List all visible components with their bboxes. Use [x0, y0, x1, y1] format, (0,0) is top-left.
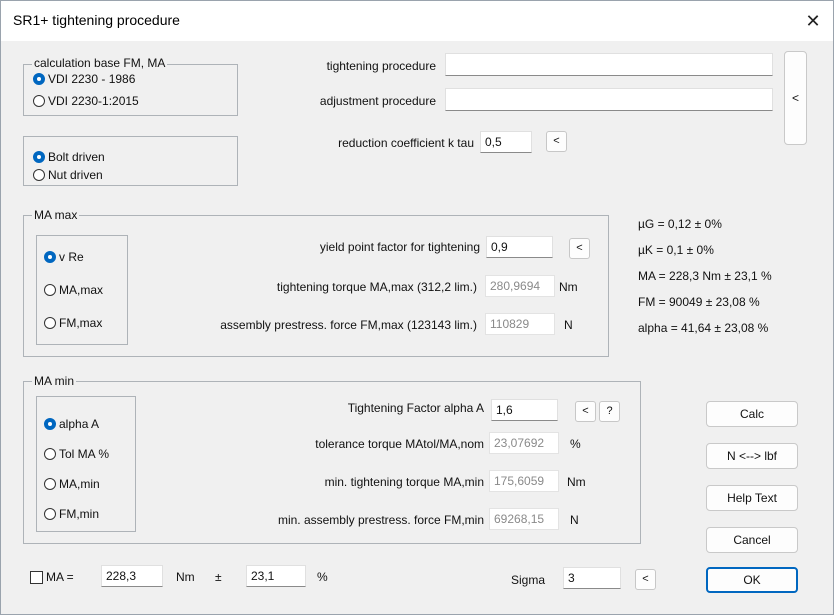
min-torque-value: 175,6059: [489, 470, 559, 492]
radio-selected-icon: [33, 151, 45, 163]
tolerance-torque-value: 23,07692: [489, 432, 559, 454]
ma-override-unit: Nm: [176, 570, 195, 584]
help-text-button[interactable]: Help Text: [706, 485, 798, 511]
calc-base-group-title: calculation base FM, MA: [32, 56, 168, 70]
ok-button[interactable]: OK: [706, 567, 798, 593]
radio-bolt-driven[interactable]: Bolt driven: [33, 148, 105, 166]
close-icon[interactable]: ✕: [799, 7, 827, 35]
radio-label: alpha A: [59, 417, 100, 431]
radio-fm-max[interactable]: FM,max: [44, 314, 102, 332]
radio-vdi-1986[interactable]: VDI 2230 - 1986: [33, 70, 135, 88]
radio-selected-icon: [44, 418, 56, 430]
radio-unselected-icon: [44, 317, 56, 329]
min-force-label: min. assembly prestress. force FM,min: [277, 513, 484, 527]
result-ma: MA = 228,3 Nm ± 23,1 %: [638, 269, 772, 283]
ma-tolerance-input[interactable]: 23,1: [246, 565, 306, 587]
adjustment-procedure-input[interactable]: [445, 88, 773, 111]
tightening-factor-select-button[interactable]: <: [575, 401, 596, 422]
yield-factor-select-button[interactable]: <: [569, 238, 590, 259]
radio-label: Bolt driven: [48, 150, 105, 164]
ma-override-label: MA =: [46, 570, 74, 584]
radio-label: v Re: [59, 250, 84, 264]
min-force-value: 69268,15: [489, 508, 559, 530]
tightening-procedure-label: tightening procedure: [326, 59, 436, 73]
result-fm: FM = 90049 ± 23,08 %: [638, 295, 760, 309]
radio-label: VDI 2230 - 1986: [48, 72, 136, 86]
calc-button[interactable]: Calc: [706, 401, 798, 427]
radio-unselected-icon: [44, 508, 56, 520]
radio-ma-min[interactable]: MA,min: [44, 475, 100, 493]
ma-override-checkbox[interactable]: [30, 571, 43, 584]
radio-v-re[interactable]: v Re: [44, 248, 84, 266]
sigma-select-button[interactable]: <: [635, 569, 656, 590]
ma-tolerance-unit: %: [317, 570, 328, 584]
reduction-select-button[interactable]: <: [546, 131, 567, 152]
ma-override-input[interactable]: 228,3: [101, 565, 163, 587]
max-torque-unit: Nm: [559, 280, 578, 294]
radio-unselected-icon: [44, 448, 56, 460]
max-torque-label: tightening torque MA,max (312,2 lim.): [276, 280, 477, 294]
min-torque-unit: Nm: [567, 475, 586, 489]
radio-label: FM,max: [59, 316, 103, 330]
radio-unselected-icon: [33, 169, 45, 181]
radio-unselected-icon: [44, 284, 56, 296]
max-force-label: assembly prestress. force FM,max (123143…: [220, 318, 477, 332]
radio-label: Nut driven: [48, 168, 103, 182]
cancel-button[interactable]: Cancel: [706, 527, 798, 553]
max-torque-value: 280,9694: [485, 275, 555, 297]
radio-vdi-2015[interactable]: VDI 2230-1:2015: [33, 92, 139, 110]
dialog-window: SR1+ tightening procedure ✕ calculation …: [0, 0, 834, 615]
radio-selected-icon: [44, 251, 56, 263]
adjustment-procedure-label: adjustment procedure: [319, 94, 436, 108]
sigma-label: Sigma: [511, 573, 546, 587]
unit-toggle-button[interactable]: N <--> lbf: [706, 443, 798, 469]
tightening-procedure-input[interactable]: [445, 53, 773, 76]
sigma-input[interactable]: 3: [563, 567, 621, 589]
radio-label: MA,max: [59, 283, 104, 297]
tolerance-torque-label: tolerance torque MAtol/MA,nom: [315, 437, 484, 451]
ma-max-group-title: MA max: [32, 208, 80, 222]
window-title: SR1+ tightening procedure: [13, 12, 180, 28]
radio-selected-icon: [33, 73, 45, 85]
radio-label: VDI 2230-1:2015: [48, 94, 139, 108]
radio-label: MA,min: [59, 477, 100, 491]
result-alpha: alpha = 41,64 ± 23,08 %: [638, 321, 769, 335]
radio-alpha-a[interactable]: alpha A: [44, 415, 99, 433]
radio-unselected-icon: [33, 95, 45, 107]
procedure-select-button[interactable]: <: [784, 51, 807, 145]
yield-factor-label: yield point factor for tightening: [319, 240, 480, 254]
result-mu-k: µK = 0,1 ± 0%: [638, 243, 714, 257]
radio-fm-min[interactable]: FM,min: [44, 505, 99, 523]
title-bar: SR1+ tightening procedure ✕: [1, 1, 833, 41]
min-force-unit: N: [570, 513, 579, 527]
radio-label: FM,min: [59, 507, 99, 521]
reduction-coefficient-label: reduction coefficient k tau: [338, 136, 474, 150]
help-question-button[interactable]: ?: [599, 401, 620, 422]
min-torque-label: min. tightening torque MA,min: [324, 475, 484, 489]
yield-factor-input[interactable]: 0,9: [486, 236, 553, 258]
tightening-factor-label: Tightening Factor alpha A: [347, 401, 484, 415]
result-mu-g: µG = 0,12 ± 0%: [638, 217, 722, 231]
tightening-factor-input[interactable]: 1,6: [491, 399, 558, 421]
radio-ma-max[interactable]: MA,max: [44, 281, 103, 299]
reduction-coefficient-input[interactable]: 0,5: [480, 131, 532, 153]
tolerance-torque-unit: %: [570, 437, 581, 451]
max-force-unit: N: [564, 318, 573, 332]
radio-nut-driven[interactable]: Nut driven: [33, 166, 103, 184]
radio-tol-ma[interactable]: Tol MA %: [44, 445, 109, 463]
max-force-value: 110829: [485, 313, 555, 335]
ma-min-group-title: MA min: [32, 374, 77, 388]
plus-minus-sign: ±: [215, 570, 222, 584]
radio-unselected-icon: [44, 478, 56, 490]
radio-label: Tol MA %: [59, 447, 110, 461]
